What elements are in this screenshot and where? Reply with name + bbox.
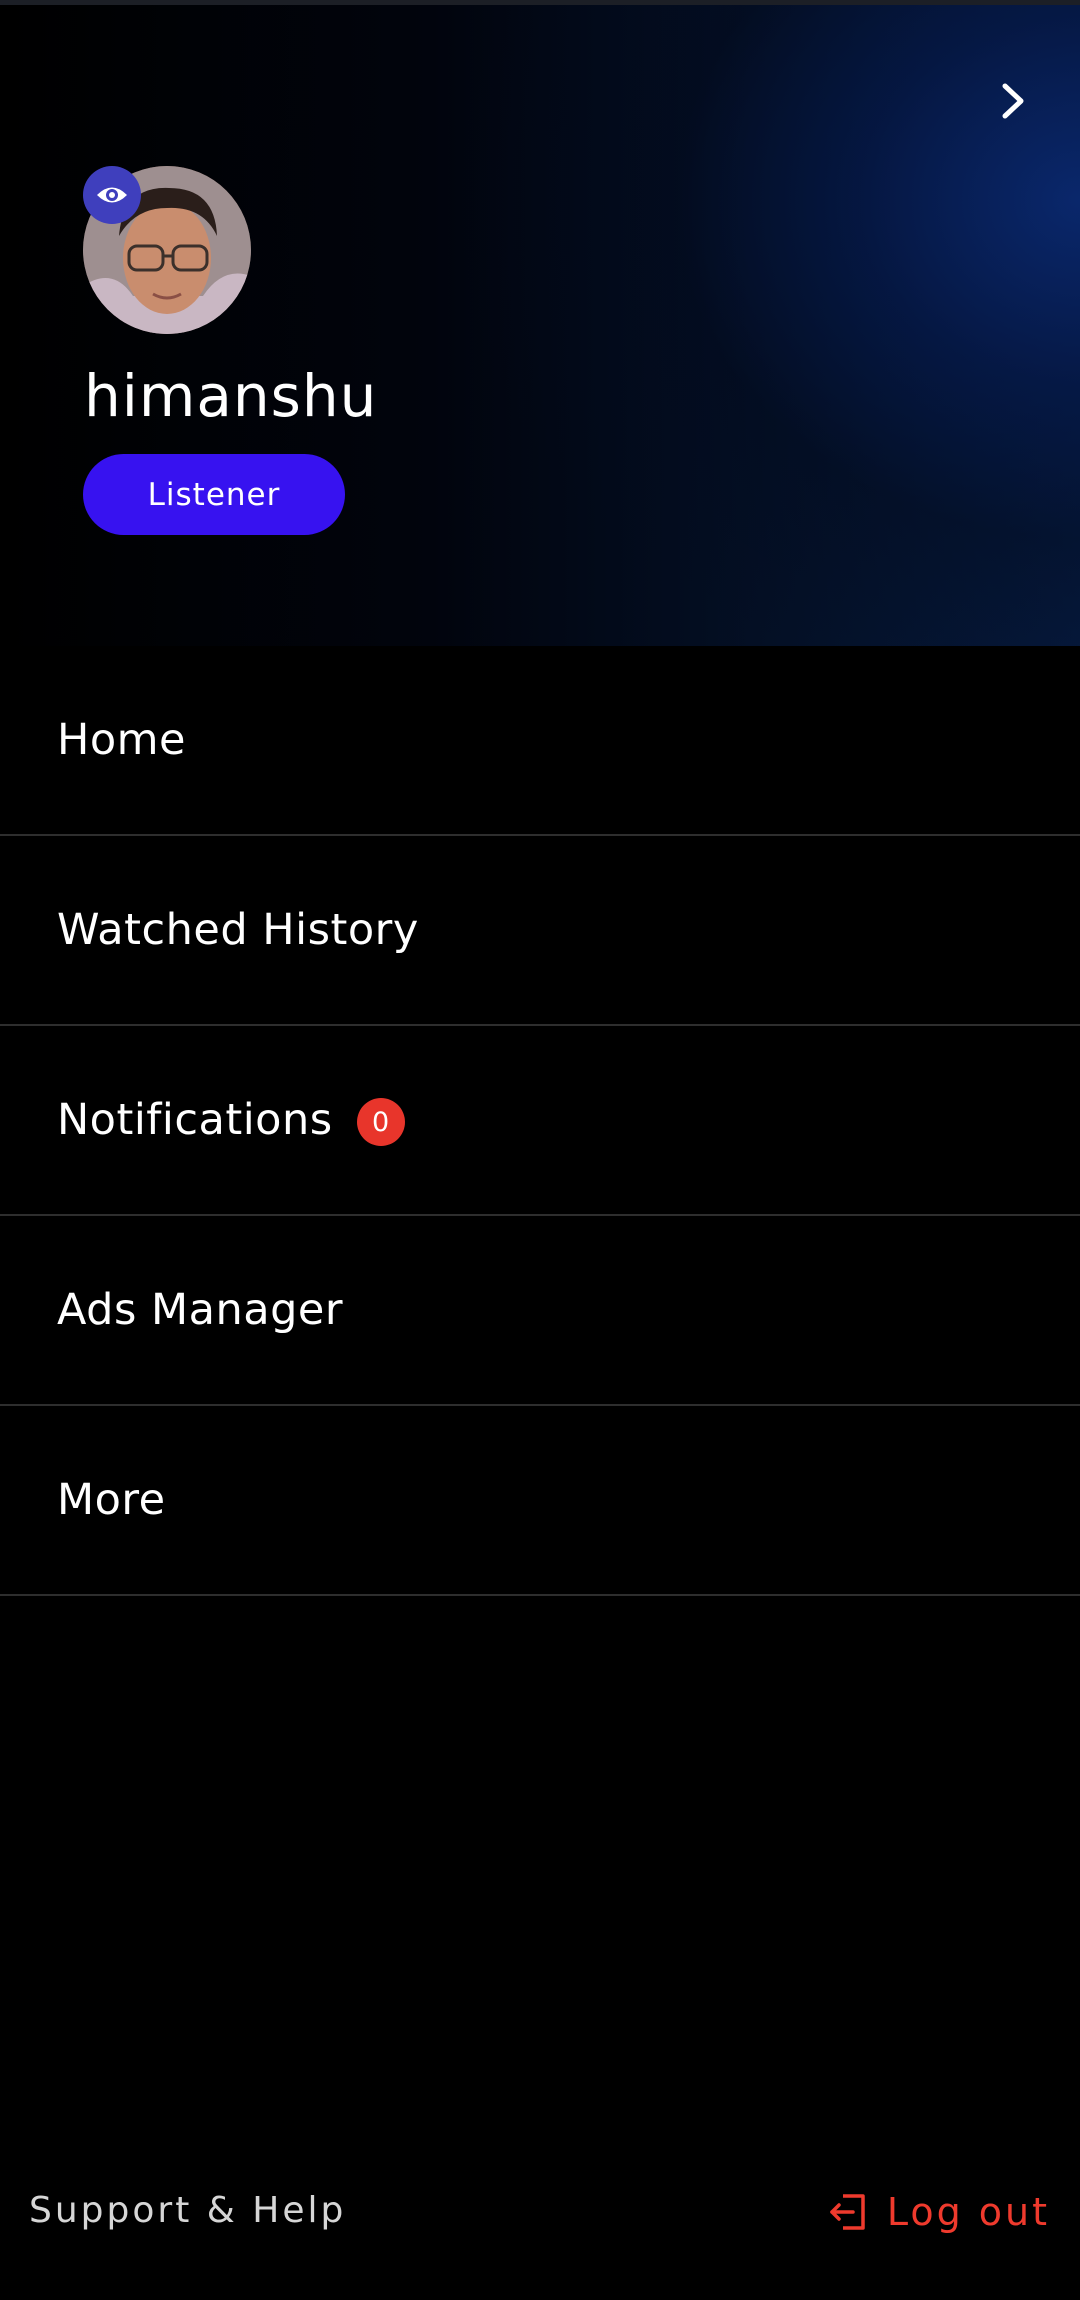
profile-header: himanshu Listener [0,0,1080,646]
top-divider [0,0,1080,5]
menu-item-label: Notifications [57,1095,333,1145]
eye-badge[interactable] [83,166,141,224]
menu-item-ads-manager[interactable]: Ads Manager [0,1216,1080,1406]
menu-item-notifications[interactable]: Notifications 0 [0,1026,1080,1216]
menu-item-label: Ads Manager [57,1285,344,1335]
drawer-screen: himanshu Listener Home Watched History N… [0,0,1080,2300]
menu-item-watched-history[interactable]: Watched History [0,836,1080,1026]
menu-item-label: Watched History [57,905,419,955]
chevron-right-icon [1002,83,1024,119]
logout-icon [830,2194,865,2230]
support-help-link[interactable]: Support & Help [29,2190,346,2231]
logout-button[interactable]: Log out [829,2186,1050,2238]
menu-item-home[interactable]: Home [0,646,1080,836]
logout-label: Log out [886,2190,1050,2234]
menu-item-more[interactable]: More [0,1406,1080,1596]
menu-item-label: Home [57,715,186,765]
close-drawer-button[interactable] [982,70,1044,132]
drawer-menu: Home Watched History Notifications 0 Ads… [0,646,1080,1596]
menu-item-label: More [57,1475,166,1525]
role-badge-button[interactable]: Listener [83,454,345,535]
notification-count-badge: 0 [356,1098,405,1146]
eye-icon [97,187,127,203]
avatar-container[interactable] [83,166,251,334]
username: himanshu [84,362,378,430]
